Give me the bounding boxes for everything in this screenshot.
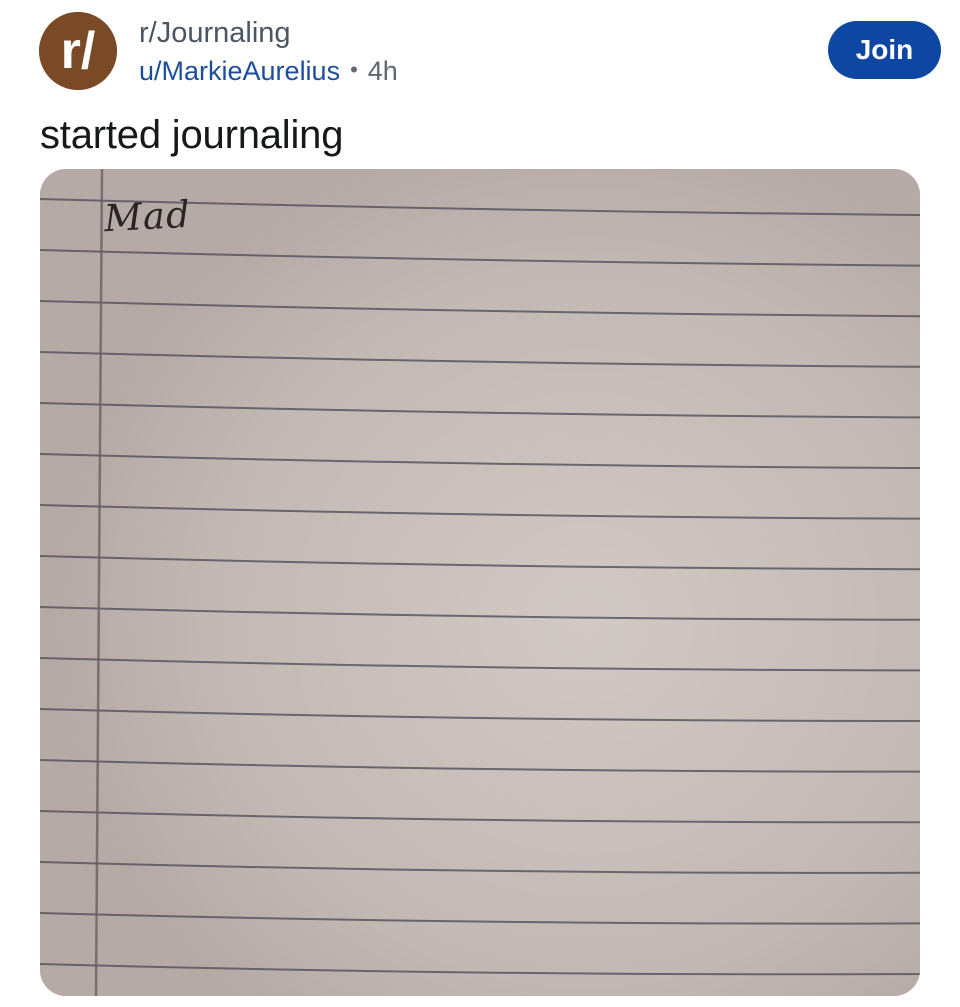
subreddit-link[interactable]: r/Journaling	[139, 14, 398, 52]
post-title[interactable]: started journaling	[40, 110, 343, 160]
notebook-paper	[40, 169, 920, 996]
subreddit-avatar-icon[interactable]: r/	[39, 12, 117, 90]
handwritten-word: Mad	[102, 192, 192, 241]
post-meta: r/Journaling u/MarkieAurelius • 4h	[139, 14, 398, 89]
separator-dot: •	[350, 57, 358, 82]
post-image[interactable]: Mad	[40, 169, 920, 996]
post-time: 4h	[367, 56, 398, 86]
author-link[interactable]: u/MarkieAurelius	[139, 56, 340, 86]
author-line: u/MarkieAurelius • 4h	[139, 52, 398, 89]
avatar-letters: r/	[61, 22, 96, 80]
join-button[interactable]: Join	[828, 21, 941, 79]
reddit-post: r/ r/Journaling u/MarkieAurelius • 4h Join…	[0, 0, 960, 1007]
post-header: r/ r/Journaling u/MarkieAurelius • 4h Join	[39, 10, 941, 92]
subreddit-avatar-graphic: r/	[39, 12, 117, 90]
